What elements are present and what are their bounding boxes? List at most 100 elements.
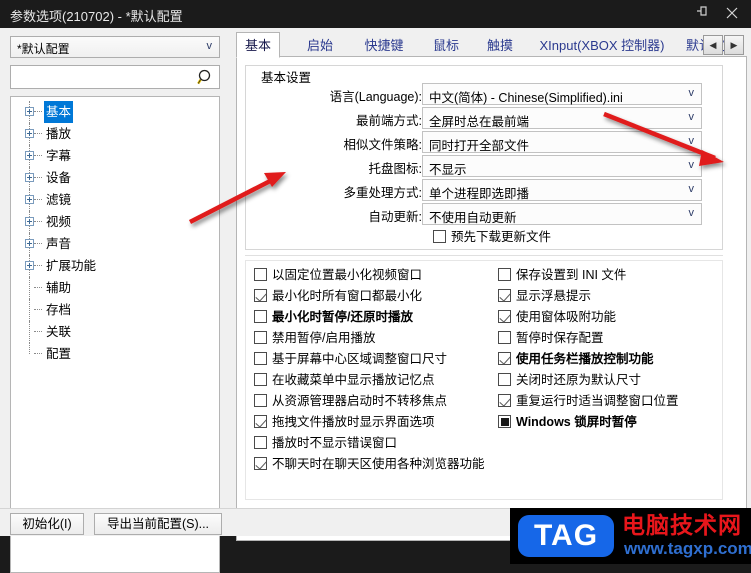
tree-item-label: 设备 (46, 171, 72, 185)
checkbox-label: 基于屏幕中心区域调整窗口尺寸 (272, 352, 448, 366)
checkbox-box (254, 394, 267, 407)
tree-expander-icon[interactable] (25, 239, 34, 248)
initialize-button[interactable]: 初始化(I) (10, 513, 84, 535)
tab-6[interactable]: XInput(XBOX 控制器) (532, 34, 672, 57)
tree-expander-icon[interactable] (25, 107, 34, 116)
checkbox-label: 显示浮悬提示 (516, 289, 592, 303)
tree-connector (34, 309, 42, 311)
checkbox-label: 预先下载更新文件 (451, 230, 552, 244)
search-input[interactable] (10, 65, 220, 89)
field-combo-4[interactable]: 不显示 v (422, 155, 702, 177)
category-tree[interactable]: 基本 播放 字幕 设备 滤镜 视频 声音 扩展功能 辅助 存档 关联 配置 (10, 96, 220, 573)
field-combo-2[interactable]: 全屏时总在最前端 v (422, 107, 702, 129)
field-combo-5[interactable]: 单个进程即选即播 v (422, 179, 702, 201)
tree-expander-icon[interactable] (25, 195, 34, 204)
options-checkbox-panel: 以固定位置最小化视频窗口 最小化时所有窗口都最小化 最小化时暂停/还原时播放 禁用暂停… (245, 260, 723, 500)
tree-expander-icon[interactable] (25, 151, 34, 160)
tree-line (29, 277, 31, 299)
checkbox-label: 拖拽文件播放时显示界面选项 (272, 415, 435, 429)
checkbox-box (254, 289, 267, 302)
tree-connector (34, 243, 42, 245)
checkbox-label: 使用任务栏播放控制功能 (516, 352, 654, 366)
tab-3[interactable]: 快捷键 (354, 34, 414, 57)
config-select[interactable]: *默认配置 v (10, 36, 220, 58)
field-row-3: 相似文件策略: 同时打开全部文件 v (237, 131, 732, 153)
field-label: 最前端方式: (356, 114, 422, 128)
chevron-down-icon: v (688, 111, 695, 123)
chevron-down-icon: v (206, 40, 213, 52)
field-label: 自动更新: (368, 210, 422, 224)
tab-label: 快捷键 (364, 38, 404, 53)
divider (245, 255, 723, 256)
chevron-down-icon: v (688, 87, 695, 99)
checkbox-box (498, 352, 511, 365)
export-config-button[interactable]: 导出当前配置(S)... (94, 513, 222, 535)
tab-page-basic: 基本设置 语言(Language): 中文(简体) - Chinese(Simpl… (236, 56, 747, 541)
checkbox-box (254, 457, 267, 470)
tab-2[interactable]: 启始 (296, 34, 344, 57)
tree-connector (34, 155, 42, 157)
checkbox-box (254, 268, 267, 281)
field-combo-6[interactable]: 不使用自动更新 v (422, 203, 702, 225)
checkbox-label: 关闭时还原为默认尺寸 (516, 373, 642, 387)
checkbox-box (254, 415, 267, 428)
tree-item-label: 基本 (44, 101, 74, 123)
field-combo-3[interactable]: 同时打开全部文件 v (422, 131, 702, 153)
field-row-1: 语言(Language): 中文(简体) - Chinese(Simplified… (237, 83, 732, 105)
tree-connector (34, 331, 42, 333)
checkbox-box (433, 230, 446, 243)
watermark-url: www.tagxp.com (624, 539, 751, 558)
checkbox-box (498, 289, 511, 302)
tab-label: XInput(XBOX 控制器) (539, 38, 665, 53)
tab-1[interactable]: 基本 (236, 32, 280, 58)
combo-value: 全屏时总在最前端 (429, 115, 530, 129)
pin-icon[interactable] (689, 4, 715, 24)
tab-scroll-buttons[interactable]: ◀ ▶ (703, 35, 745, 55)
tree-item-label: 辅助 (46, 281, 72, 295)
config-select-value: *默认配置 (17, 42, 70, 56)
field-row-6: 自动更新: 不使用自动更新 v (237, 203, 732, 225)
combo-value: 同时打开全部文件 (429, 139, 530, 153)
tree-line (29, 321, 31, 343)
tree-connector (34, 221, 42, 223)
tree-line (29, 343, 31, 354)
tree-item-label: 存档 (46, 303, 72, 317)
tree-expander-icon[interactable] (25, 217, 34, 226)
tab-label: 鼠标 (432, 38, 459, 53)
checkbox-box (254, 331, 267, 344)
checkbox-label: 暂停时保存配置 (516, 331, 604, 345)
tab-scroll-left-button[interactable]: ◀ (703, 35, 723, 55)
checkbox-box (498, 331, 511, 344)
field-label: 多重处理方式: (343, 186, 422, 200)
tree-item-label: 扩展功能 (46, 259, 97, 273)
tab-label: 基本 (244, 38, 271, 53)
tree-expander-icon[interactable] (25, 173, 34, 182)
tree-item-label: 视频 (46, 215, 72, 229)
checkbox-label: 不聊天时在聊天区使用各种浏览器功能 (272, 457, 485, 471)
field-combo-1[interactable]: 中文(简体) - Chinese(Simplified).ini v (422, 83, 702, 105)
close-icon[interactable] (719, 4, 745, 24)
tab-scroll-right-button[interactable]: ▶ (724, 35, 744, 55)
tree-item-label: 滤镜 (46, 193, 72, 207)
tab-4[interactable]: 鼠标 (424, 34, 468, 57)
checkbox-box (498, 394, 511, 407)
tree-expander-icon[interactable] (25, 129, 34, 138)
tab-label: 触摸 (486, 38, 513, 53)
tab-strip: 进默认皮肤XInput(XBOX 控制器)触摸鼠标快捷键启始基本 ◀ ▶ (236, 32, 747, 58)
tree-connector (34, 199, 42, 201)
tab-5[interactable]: 触摸 (478, 34, 522, 57)
tree-expander-icon[interactable] (25, 261, 34, 270)
title-bar: 参数选项(210702) - *默认配置 (0, 0, 751, 28)
chevron-down-icon: v (688, 207, 695, 219)
checkbox-label: 最小化时所有窗口都最小化 (272, 289, 423, 303)
window-title: 参数选项(210702) - *默认配置 (10, 9, 183, 24)
combo-value: 单个进程即选即播 (429, 187, 530, 201)
combo-value: 不显示 (429, 163, 467, 177)
checkbox-box (254, 373, 267, 386)
tab-label: 启始 (306, 38, 333, 53)
tree-connector (34, 353, 42, 355)
checkbox-label: 播放时不显示错误窗口 (272, 436, 398, 450)
combo-value: 中文(简体) - Chinese(Simplified).ini (429, 91, 623, 105)
checkbox-box (498, 268, 511, 281)
checkbox-box (498, 310, 511, 323)
